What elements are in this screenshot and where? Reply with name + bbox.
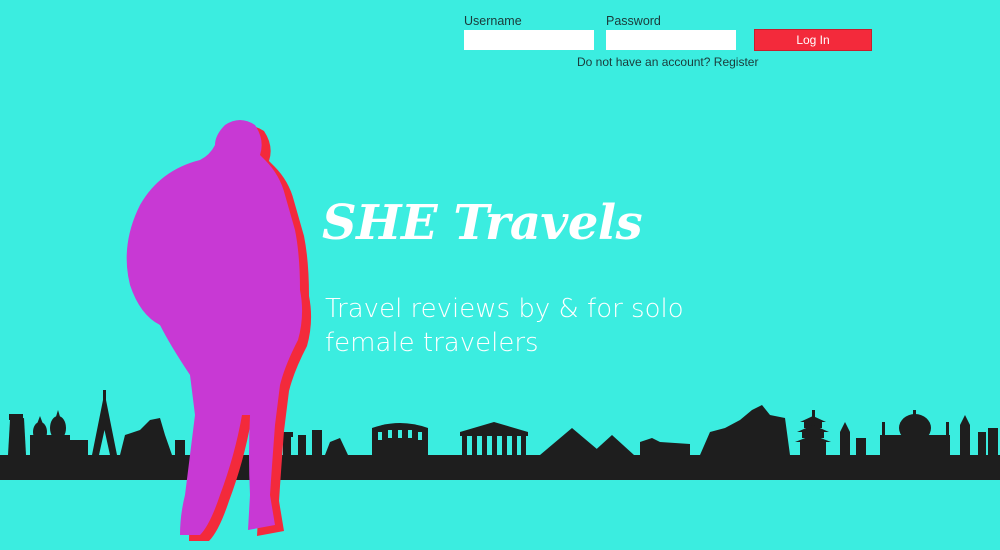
register-prompt-row: Do not have an account? Register (577, 55, 758, 69)
username-label: Username (464, 14, 522, 28)
backpacker-silhouette (126, 120, 312, 541)
password-label: Password (606, 14, 661, 28)
register-prompt: Do not have an account? (577, 55, 711, 69)
password-input[interactable] (606, 30, 736, 50)
site-tagline: Travel reviews by & for solo female trav… (325, 294, 684, 358)
username-input[interactable] (464, 30, 594, 50)
login-bar: Username Password Log In Do not have an … (0, 0, 1000, 80)
login-button[interactable]: Log In (754, 29, 872, 51)
site-title: SHE Travels (322, 195, 643, 251)
register-link[interactable]: Register (714, 55, 759, 69)
